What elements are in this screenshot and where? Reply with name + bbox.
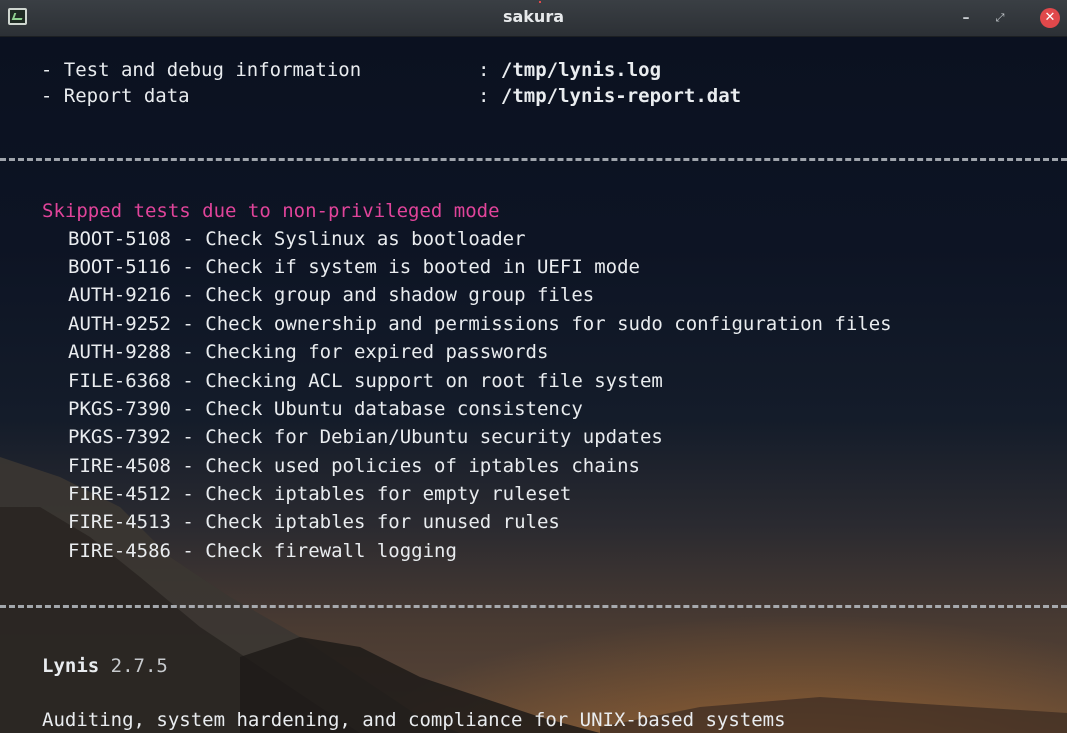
terminal-window: sakura – ⤢ ✕ - Test and debug informatio… bbox=[0, 0, 1067, 733]
skipped-test-item: AUTH-9252 - Check ownership and permissi… bbox=[68, 313, 892, 335]
product-version: 2.7.5 bbox=[110, 655, 168, 677]
product-name: Lynis bbox=[42, 655, 100, 677]
skipped-test-item: FIRE-4512 - Check iptables for empty rul… bbox=[68, 483, 572, 505]
terminal-text: - Test and debug information : /tmp/lyni… bbox=[0, 37, 1067, 733]
file-line: - Test and debug information bbox=[18, 59, 361, 81]
skipped-test-item: PKGS-7392 - Check for Debian/Ubuntu secu… bbox=[68, 426, 663, 448]
file-line: - Report data bbox=[18, 85, 190, 107]
skipped-test-item: BOOT-5108 - Check Syslinux as bootloader bbox=[68, 228, 526, 250]
close-button[interactable]: ✕ bbox=[1040, 8, 1060, 28]
file-separator: : bbox=[478, 59, 490, 81]
skipped-test-item: PKGS-7390 - Check Ubuntu database consis… bbox=[68, 398, 583, 420]
separator-line bbox=[0, 605, 1067, 608]
terminal-output[interactable]: - Test and debug information : /tmp/lyni… bbox=[0, 37, 1067, 733]
file-label: - Test and debug information bbox=[18, 59, 362, 81]
skipped-test-item: AUTH-9288 - Checking for expired passwor… bbox=[68, 341, 549, 363]
file-value: /tmp/lynis-report.dat bbox=[500, 85, 742, 107]
tagline: Auditing, system hardening, and complian… bbox=[42, 709, 786, 731]
separator-line bbox=[0, 158, 1067, 161]
skipped-test-item: FIRE-4513 - Check iptables for unused ru… bbox=[68, 511, 560, 533]
window-title: sakura bbox=[502, 7, 565, 26]
skipped-test-item: AUTH-9216 - Check group and shadow group… bbox=[68, 284, 595, 306]
maximize-button[interactable]: ⤢ bbox=[990, 8, 1010, 28]
file-sep: : /tmp/lynis-report.dat bbox=[478, 85, 741, 107]
mouse-pointer-marker bbox=[539, 1, 541, 3]
skipped-heading: Skipped tests due to non-privileged mode bbox=[42, 200, 500, 222]
file-sep: : /tmp/lynis.log bbox=[478, 59, 661, 81]
title-bar[interactable]: sakura – ⤢ ✕ bbox=[0, 0, 1067, 37]
skipped-test-item: BOOT-5116 - Check if system is booted in… bbox=[68, 256, 640, 278]
minimize-button[interactable]: – bbox=[956, 8, 976, 28]
file-separator: : bbox=[478, 85, 490, 107]
file-label: - Report data bbox=[18, 85, 190, 107]
skipped-test-item: FIRE-4508 - Check used policies of iptab… bbox=[68, 455, 640, 477]
file-value: /tmp/lynis.log bbox=[500, 59, 662, 81]
product-line: Lynis 2.7.5 bbox=[42, 655, 168, 677]
skipped-test-item: FIRE-4586 - Check firewall logging bbox=[68, 540, 457, 562]
skipped-test-item: FILE-6368 - Checking ACL support on root… bbox=[68, 370, 663, 392]
